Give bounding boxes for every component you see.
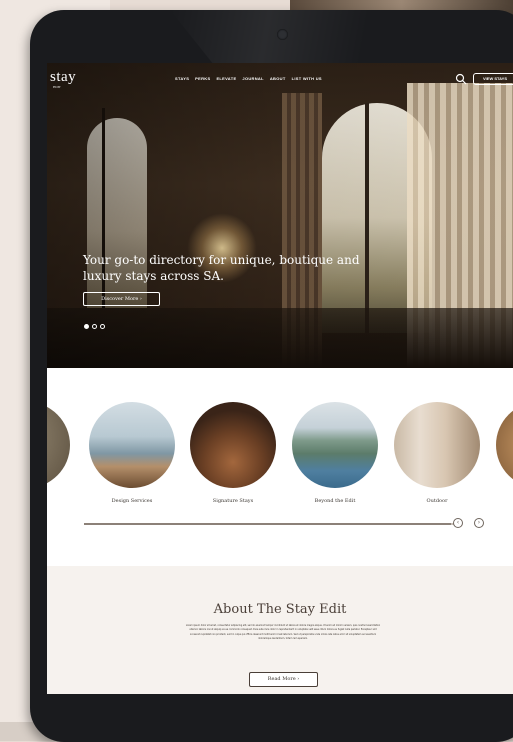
nav-item-elevate[interactable]: ELEVATE bbox=[216, 76, 236, 81]
site-logo-subtitle: EDIT bbox=[53, 85, 61, 89]
carousel-dot-3[interactable] bbox=[100, 324, 105, 329]
category-label: Design Services bbox=[111, 498, 153, 504]
category-partial-left[interactable] bbox=[47, 402, 72, 488]
category-signature-stays[interactable]: Signature Stays bbox=[188, 402, 278, 504]
carousel-next-button[interactable]: › bbox=[474, 518, 484, 528]
about-body: Lorem ipsum dolor sit amet, consectetur … bbox=[185, 624, 381, 641]
top-nav: stay EDIT STAYS PERKS ELEVATE JOURNAL AB… bbox=[47, 63, 513, 95]
about-section: About The Stay Edit Lorem ipsum dolor si… bbox=[47, 566, 513, 694]
category-partial-right[interactable] bbox=[494, 402, 513, 488]
category-image bbox=[292, 402, 378, 488]
site-logo[interactable]: stay bbox=[50, 69, 76, 86]
nav-item-stays[interactable]: STAYS bbox=[175, 76, 189, 81]
category-beyond-the-edit[interactable]: Beyond the Edit bbox=[290, 402, 380, 504]
tablet-screen: stay EDIT STAYS PERKS ELEVATE JOURNAL AB… bbox=[47, 63, 513, 694]
carousel-dot-2[interactable] bbox=[92, 324, 97, 329]
carousel-scrollbar[interactable] bbox=[84, 523, 458, 525]
category-carousel: Design Services Signature Stays Beyond t… bbox=[47, 402, 513, 504]
nav-item-about[interactable]: ABOUT bbox=[270, 76, 286, 81]
carousel-prev-button[interactable]: ‹ bbox=[453, 518, 463, 528]
nav-item-list-with-us[interactable]: LIST WITH US bbox=[292, 76, 322, 81]
search-icon[interactable] bbox=[455, 73, 467, 85]
camera-icon bbox=[277, 29, 288, 40]
category-image bbox=[89, 402, 175, 488]
read-more-button[interactable]: Read More › bbox=[249, 672, 318, 687]
category-label: Signature Stays bbox=[212, 498, 254, 504]
nav-item-perks[interactable]: PERKS bbox=[195, 76, 210, 81]
category-image bbox=[496, 402, 513, 488]
category-design-services[interactable]: Design Services bbox=[87, 402, 177, 504]
category-outdoor[interactable]: Outdoor bbox=[392, 402, 482, 504]
about-title: About The Stay Edit bbox=[213, 602, 347, 617]
view-stays-button[interactable]: VIEW STAYS bbox=[473, 73, 513, 85]
carousel-dot-1[interactable] bbox=[84, 324, 89, 329]
carousel-scrollbar-fill bbox=[84, 523, 451, 525]
category-image bbox=[190, 402, 276, 488]
bezel-reflection bbox=[170, 10, 410, 70]
category-image bbox=[47, 402, 70, 488]
hero-overlay bbox=[47, 63, 513, 368]
nav-links: STAYS PERKS ELEVATE JOURNAL ABOUT LIST W… bbox=[175, 76, 322, 81]
discover-more-button[interactable]: Discover More › bbox=[83, 292, 160, 306]
category-label: Outdoor bbox=[426, 498, 448, 504]
carousel-dots bbox=[84, 324, 105, 329]
nav-item-journal[interactable]: JOURNAL bbox=[242, 76, 263, 81]
hero-title: Your go-to directory for unique, boutiqu… bbox=[83, 253, 360, 283]
category-label: Beyond the Edit bbox=[314, 498, 356, 504]
hero-banner: stay EDIT STAYS PERKS ELEVATE JOURNAL AB… bbox=[47, 63, 513, 368]
category-image bbox=[394, 402, 480, 488]
